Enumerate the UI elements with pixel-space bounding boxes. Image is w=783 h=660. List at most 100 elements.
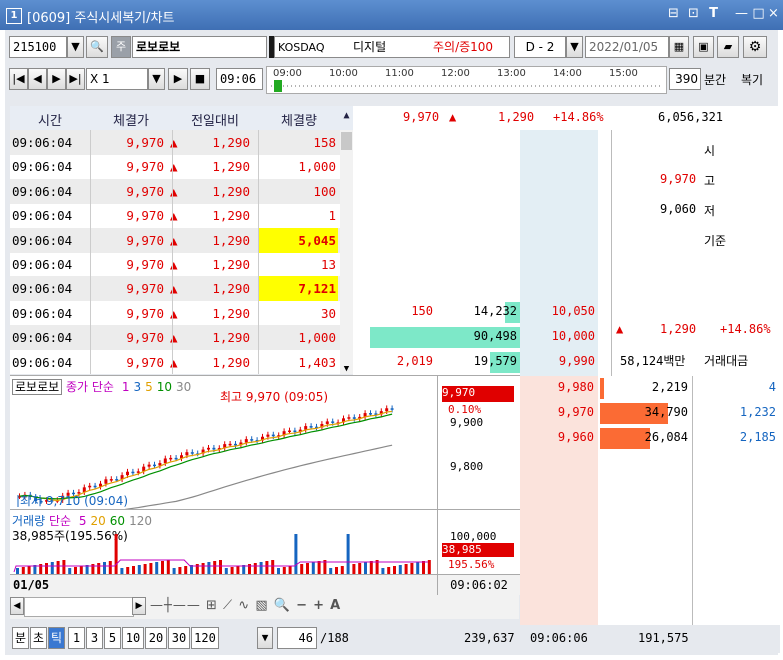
interval-button-20[interactable]: 20 xyxy=(145,627,167,649)
first-icon[interactable]: |◀ xyxy=(9,68,28,90)
ask-price: 9,990 xyxy=(558,354,595,368)
folder-icon[interactable]: ▰ xyxy=(717,36,739,58)
settings-gear-icon[interactable]: ⚙ xyxy=(743,36,767,58)
volume-chart[interactable]: 거래량 단순 5 20 60 120 38,985주(195.56%) xyxy=(10,509,437,574)
table-row[interactable]: 09:06:04 9,970 ▲ 1,290 1 xyxy=(10,203,340,228)
stock-code-input[interactable]: 215100 xyxy=(9,36,67,58)
interval-button-3[interactable]: 3 xyxy=(86,627,103,649)
table-row[interactable]: 09:06:04 9,970 ▲ 1,290 5,045 xyxy=(10,227,340,253)
trade-scrollbar[interactable]: ▼ xyxy=(340,130,353,374)
slider-thumb[interactable] xyxy=(274,80,282,92)
prev-icon[interactable]: ◀ xyxy=(28,68,47,90)
candle-body xyxy=(153,464,156,467)
interval-input[interactable]: 390 xyxy=(669,68,701,90)
mode-dropdown-icon[interactable]: ▼ xyxy=(566,36,583,58)
axis-date: 01/05 xyxy=(13,578,50,592)
table-row[interactable]: 09:06:04 9,970 ▲ 1,290 1,403 xyxy=(10,350,340,375)
mode-select[interactable]: D - 2 xyxy=(514,36,566,58)
candle-body xyxy=(369,413,372,415)
text-tool-icon[interactable]: A xyxy=(330,598,341,613)
table-row[interactable]: 09:06:04 9,970 ▲ 1,290 1,000 xyxy=(10,325,340,351)
interval-button-120[interactable]: 120 xyxy=(191,627,219,649)
date-field[interactable]: 2022/01/05 xyxy=(585,36,669,58)
zoom-slider-icon[interactable]: —┼—— xyxy=(150,598,201,613)
calendar-icon[interactable]: ▦ xyxy=(669,36,689,58)
page-total: /188 xyxy=(320,631,349,645)
code-dropdown-icon[interactable]: ▼ xyxy=(67,36,84,58)
interval-button-틱[interactable]: 틱 xyxy=(48,627,65,649)
scroll-thumb[interactable] xyxy=(341,132,352,150)
candle-body xyxy=(325,421,329,424)
sector-label: 디지털 xyxy=(353,40,387,54)
replay-label[interactable]: 복기 xyxy=(741,71,763,88)
magnify-icon[interactable]: 🔍 xyxy=(274,598,291,613)
bid-row[interactable]: 9,970 34,790 1,232 xyxy=(520,401,780,426)
scroll-left-icon[interactable]: ◀ xyxy=(10,597,24,615)
quote-pct: +14.86% xyxy=(553,110,604,124)
restore-icon[interactable]: ⊟ xyxy=(665,6,682,21)
search-icon[interactable]: 🔍 xyxy=(86,36,108,58)
chart-scroll-track[interactable] xyxy=(24,597,134,617)
pin-icon[interactable]: ⊡ xyxy=(685,6,702,21)
stock-name-field[interactable]: 로보로보 xyxy=(132,36,267,58)
zoom-in-icon[interactable]: + xyxy=(313,598,325,613)
layout-icon[interactable]: ⊞ xyxy=(206,598,218,613)
speed-select[interactable]: X 1 xyxy=(86,68,148,90)
time-slider[interactable]: 09:00 10:00 11:00 12:00 13:00 14:00 15:00 xyxy=(266,66,667,94)
row-time: 09:06:04 xyxy=(12,159,73,175)
table-row[interactable]: 09:06:04 9,970 ▲ 1,290 100 xyxy=(10,178,340,204)
table-row[interactable]: 09:06:04 9,970 ▲ 1,290 30 xyxy=(10,301,340,326)
wave-tool-icon[interactable]: ∿ xyxy=(238,598,250,613)
line-tool-icon[interactable]: ⟋ xyxy=(223,598,233,613)
close-icon[interactable]: × xyxy=(765,6,782,21)
row-price: 9,970 xyxy=(126,135,164,150)
scroll-up-icon[interactable]: ▲ xyxy=(340,110,353,121)
quote-change: 1,290 xyxy=(498,110,535,124)
interval-button-10[interactable]: 10 xyxy=(122,627,144,649)
interval-button-초[interactable]: 초 xyxy=(30,627,47,649)
last-icon[interactable]: ▶| xyxy=(66,68,85,90)
candle-body xyxy=(244,439,248,443)
scroll-right-icon[interactable]: ▶ xyxy=(132,597,146,615)
interval-button-분[interactable]: 분 xyxy=(12,627,29,649)
ask-row[interactable]: 2,019 19,579 9,990 xyxy=(353,350,611,375)
ask-row[interactable]: 90,498 10,000 xyxy=(353,325,611,350)
scroll-down-icon[interactable]: ▼ xyxy=(340,364,353,374)
candle-body xyxy=(250,439,254,441)
save-icon[interactable]: ▣ xyxy=(693,36,714,58)
zoom-out-icon[interactable]: − xyxy=(296,598,308,613)
next-icon[interactable]: ▶ xyxy=(47,68,66,90)
table-row[interactable]: 09:06:04 9,970 ▲ 1,290 13 xyxy=(10,252,340,277)
volume-bar xyxy=(352,564,356,574)
volume-plot[interactable] xyxy=(10,510,437,574)
bid-row[interactable]: 9,980 2,219 4 xyxy=(520,376,780,401)
interval-dropdown-icon[interactable]: ▼ xyxy=(257,627,273,649)
ask-qty: 14,232 xyxy=(473,304,517,318)
bottom-volume-a: 239,637 xyxy=(464,631,515,645)
minimize-icon[interactable]: — xyxy=(733,6,750,21)
play-icon[interactable]: ▶ xyxy=(168,68,188,90)
interval-button-5[interactable]: 5 xyxy=(104,627,121,649)
price-chart[interactable]: 로보로보 종가 단순 1 3 5 10 30 최고 9,970 (09:05) 최저 9… xyxy=(10,375,437,509)
table-row[interactable]: 09:06:04 9,970 ▲ 1,290 7,121 xyxy=(10,276,340,302)
table-row[interactable]: 09:06:04 9,970 ▲ 1,290 1,000 xyxy=(10,154,340,179)
table-row[interactable]: 09:06:04 9,970 ▲ 1,290 158 xyxy=(10,130,340,155)
speed-dropdown-icon[interactable]: ▼ xyxy=(148,68,165,90)
info-amount: 58,124백만 xyxy=(620,354,686,368)
image-icon[interactable]: ▧ xyxy=(255,598,268,613)
interval-button-1[interactable]: 1 xyxy=(68,627,85,649)
drawing-tools[interactable]: —┼—— ⊞ ⟋ ∿ ▧ 🔍 − + A xyxy=(150,598,341,613)
bottom-volume-b: 191,575 xyxy=(638,631,689,645)
interval-button-30[interactable]: 30 xyxy=(168,627,190,649)
info-pct: +14.86% xyxy=(720,322,771,336)
volume-bar xyxy=(422,561,425,574)
candle-body xyxy=(93,485,97,488)
bid-row[interactable]: 9,960 26,084 2,185 xyxy=(520,426,780,451)
page-input[interactable]: 46 xyxy=(277,627,317,649)
text-icon[interactable]: T xyxy=(705,6,722,21)
stop-icon[interactable]: ■ xyxy=(190,68,210,90)
volume-bar xyxy=(132,566,135,574)
ask-row[interactable]: 150 14,232 10,050 xyxy=(353,300,611,325)
time-field[interactable]: 09:06 xyxy=(216,68,263,90)
candle-body xyxy=(126,471,129,476)
